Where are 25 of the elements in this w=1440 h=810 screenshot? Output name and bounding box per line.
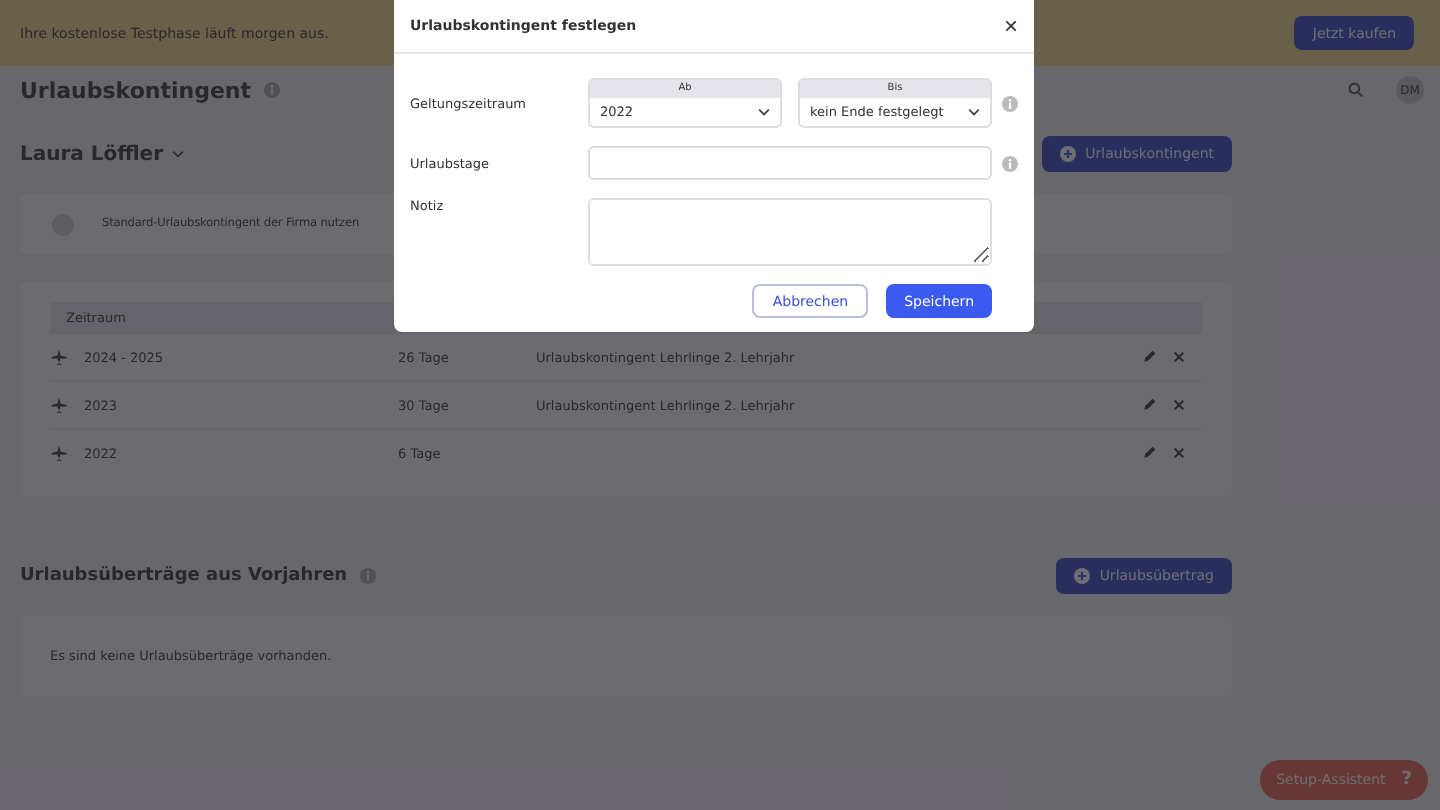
- delete-icon[interactable]: [1172, 398, 1186, 412]
- info-icon[interactable]: [1002, 95, 1018, 111]
- edit-icon[interactable]: [1142, 446, 1156, 460]
- employee-selector[interactable]: Laura Löffler: [20, 143, 184, 165]
- airplane-icon: [50, 444, 68, 462]
- caret-icon: [171, 150, 184, 158]
- airplane-icon: [50, 348, 68, 366]
- airplane-icon: [50, 396, 68, 414]
- caret-icon: [968, 108, 980, 116]
- input-field[interactable]: [588, 146, 992, 180]
- delete-icon[interactable]: [1172, 350, 1186, 364]
- info-icon[interactable]: [263, 82, 279, 98]
- plus-icon: [1059, 146, 1076, 162]
- edit-icon[interactable]: [1142, 398, 1156, 412]
- page-title: Urlaubskontingent: [20, 77, 251, 103]
- caret-icon: [758, 108, 770, 116]
- plus-icon: [1073, 568, 1090, 584]
- info-icon[interactable]: [359, 568, 376, 584]
- edit-icon[interactable]: [1142, 350, 1156, 364]
- search-icon[interactable]: [1348, 82, 1364, 98]
- delete-icon[interactable]: [1172, 446, 1186, 460]
- info-icon[interactable]: [1002, 155, 1018, 171]
- section-title: Urlaubsüberträge aus Vorjahren: [20, 566, 348, 586]
- note-field[interactable]: [588, 198, 992, 266]
- close-button[interactable]: ×: [1003, 14, 1018, 38]
